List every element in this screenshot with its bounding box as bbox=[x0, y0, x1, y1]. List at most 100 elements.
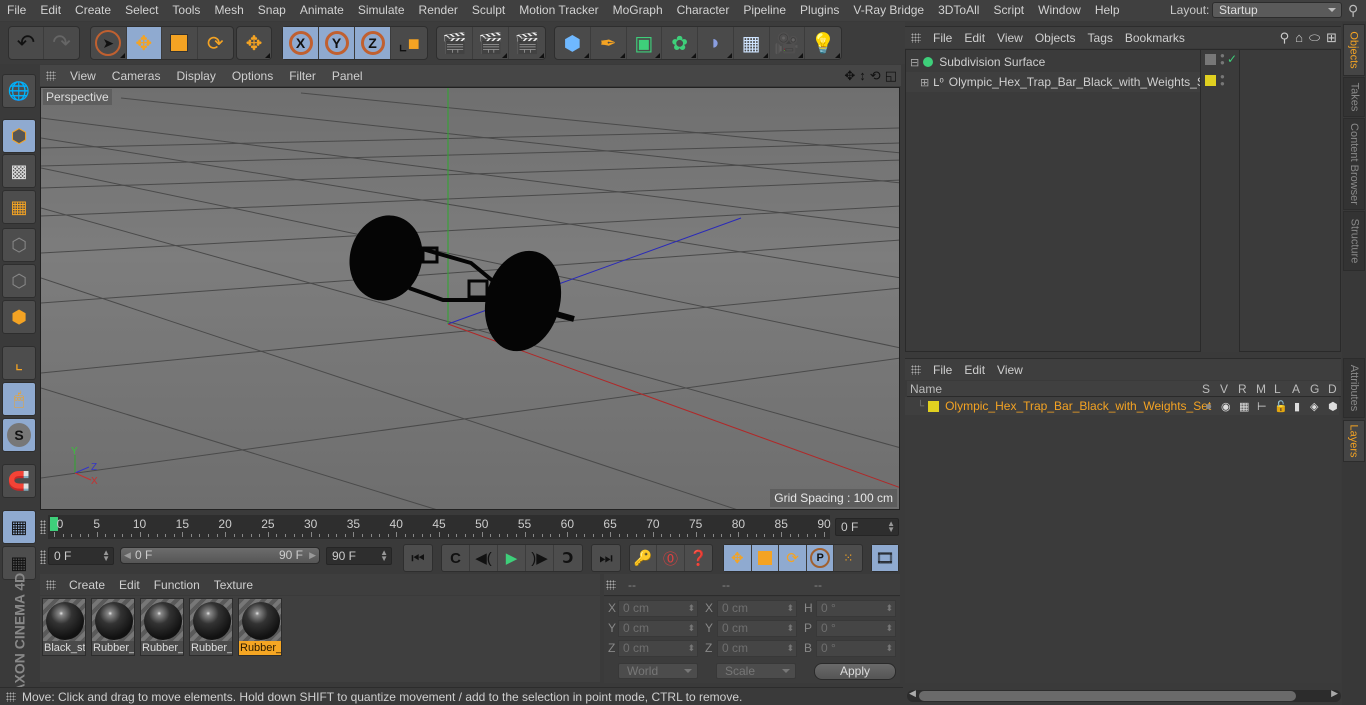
rotate-tool-button[interactable]: ⟳ bbox=[198, 27, 233, 59]
material-menu-create[interactable]: Create bbox=[62, 578, 112, 592]
enabled-check-icon[interactable]: ✓ bbox=[1227, 52, 1237, 66]
goto-start-button[interactable]: ⏮ bbox=[404, 545, 432, 571]
object-menu-objects[interactable]: Objects bbox=[1029, 31, 1082, 45]
menu-sculpt[interactable]: Sculpt bbox=[465, 0, 512, 21]
grip-icon[interactable] bbox=[911, 364, 921, 375]
material-swatch[interactable]: Rubber_ bbox=[189, 598, 233, 656]
grip-icon[interactable] bbox=[911, 32, 921, 43]
rot-p-field[interactable]: 0 ° bbox=[816, 620, 896, 637]
pos-z-field[interactable]: 0 cm bbox=[618, 640, 698, 657]
record-key-button[interactable]: 🔑 bbox=[630, 545, 658, 571]
points-mode-button[interactable]: ⬡ bbox=[2, 228, 36, 262]
menu-window[interactable]: Window bbox=[1031, 0, 1088, 21]
grip-icon[interactable] bbox=[46, 579, 56, 590]
floor-button[interactable]: ▦ bbox=[734, 27, 770, 59]
object-row-subdivision[interactable]: ⊟ Subdivision Surface bbox=[906, 52, 1200, 72]
perspective-viewport[interactable]: Y Z X Perspective Grid Spacing : 100 cm bbox=[40, 87, 900, 510]
pen-spline-button[interactable]: ✒ bbox=[591, 27, 627, 59]
menu-3dtoall[interactable]: 3DToAll bbox=[931, 0, 986, 21]
col-deformers[interactable]: D bbox=[1328, 382, 1337, 396]
viewport-menu-cameras[interactable]: Cameras bbox=[104, 69, 169, 83]
tab-layers[interactable]: Layers bbox=[1343, 420, 1365, 462]
magnet-button[interactable]: 🧲 bbox=[2, 464, 36, 498]
spinner-icon[interactable]: ▲ ▼ bbox=[887, 520, 895, 534]
layer-menu-file[interactable]: File bbox=[927, 363, 958, 377]
layer-menu-edit[interactable]: Edit bbox=[958, 363, 991, 377]
play-button[interactable]: ▶ bbox=[498, 545, 526, 571]
search-icon[interactable]: ⚲ bbox=[1280, 30, 1290, 46]
menu-simulate[interactable]: Simulate bbox=[351, 0, 412, 21]
col-name[interactable]: Name bbox=[910, 382, 942, 396]
key-pla-button[interactable]: ⁙ bbox=[834, 545, 862, 571]
cloner-button[interactable]: ✿ bbox=[662, 27, 698, 59]
menu-animate[interactable]: Animate bbox=[293, 0, 351, 21]
menu-plugins[interactable]: Plugins bbox=[793, 0, 846, 21]
move-tool-button[interactable]: ✥ bbox=[126, 27, 162, 59]
make-editable-button[interactable]: 🌐 bbox=[2, 74, 36, 108]
spinner-icon[interactable]: ▲ ▼ bbox=[102, 549, 110, 563]
material-swatch[interactable]: Rubber_ bbox=[140, 598, 184, 656]
size-y-field[interactable]: 0 cm bbox=[717, 620, 797, 637]
visibility-dots-icon[interactable]: ● ● bbox=[1220, 52, 1225, 67]
layer-menu-view[interactable]: View bbox=[991, 363, 1029, 377]
polygons-mode-button[interactable]: ⬢ bbox=[2, 300, 36, 334]
col-animation[interactable]: A bbox=[1292, 382, 1300, 396]
scale-tool-button[interactable] bbox=[162, 27, 198, 59]
scrollbar-thumb[interactable] bbox=[919, 691, 1296, 701]
menu-script[interactable]: Script bbox=[986, 0, 1031, 21]
object-menu-edit[interactable]: Edit bbox=[958, 31, 991, 45]
material-swatch[interactable]: Rubber_ bbox=[91, 598, 135, 656]
size-mode-dropdown[interactable]: Scale bbox=[716, 663, 796, 679]
pos-y-field[interactable]: 0 cm bbox=[618, 620, 698, 637]
grip-icon[interactable] bbox=[606, 580, 616, 590]
menu-pipeline[interactable]: Pipeline bbox=[736, 0, 793, 21]
col-generators[interactable]: G bbox=[1310, 382, 1319, 396]
subdivision-button[interactable]: ▣ bbox=[627, 27, 663, 59]
goto-end-button[interactable]: ⏭ bbox=[592, 545, 620, 571]
next-frame-button[interactable]: )▶ bbox=[526, 545, 554, 571]
apply-button[interactable]: Apply bbox=[814, 663, 896, 680]
x-axis-lock-button[interactable]: X bbox=[283, 27, 319, 59]
dolly-icon[interactable]: ↕ bbox=[859, 68, 866, 84]
frame-range-slider[interactable]: ◀ 0 F 90 F ▶ bbox=[120, 547, 320, 564]
autokey-button[interactable]: ⓪ bbox=[657, 545, 685, 571]
key-rotation-button[interactable]: ⟳ bbox=[779, 545, 807, 571]
redo-button[interactable]: ↷ bbox=[44, 27, 79, 59]
render-settings-button[interactable]: 🎬 bbox=[509, 27, 545, 59]
locked-workplane-button[interactable]: ▦ bbox=[2, 510, 36, 544]
layer-horizontal-scrollbar[interactable]: ◀ ▶ bbox=[907, 688, 1341, 702]
key-parameter-button[interactable]: P bbox=[806, 545, 835, 571]
range-right-arrow-icon[interactable]: ▶ bbox=[309, 548, 316, 563]
col-solo[interactable]: S bbox=[1202, 382, 1210, 396]
scroll-left-arrow-icon[interactable]: ◀ bbox=[909, 688, 916, 699]
viewport-menu-options[interactable]: Options bbox=[224, 69, 281, 83]
tab-attributes[interactable]: Attributes bbox=[1343, 358, 1365, 418]
material-menu-texture[interactable]: Texture bbox=[207, 578, 260, 592]
start-frame-field[interactable]: 0 F ▲ ▼ bbox=[48, 547, 114, 565]
material-swatch-selected[interactable]: Rubber_ bbox=[238, 598, 282, 656]
timeline-window-button[interactable]: 🎞 bbox=[872, 545, 898, 571]
col-locked[interactable]: L bbox=[1274, 382, 1281, 396]
tweak-mode-button[interactable]: 🖱 bbox=[2, 382, 36, 416]
menu-file[interactable]: File bbox=[0, 0, 33, 21]
home-icon[interactable]: ⌂ bbox=[1295, 30, 1303, 46]
material-menu-function[interactable]: Function bbox=[147, 578, 207, 592]
object-menu-bookmarks[interactable]: Bookmarks bbox=[1119, 31, 1191, 45]
menu-character[interactable]: Character bbox=[670, 0, 737, 21]
search-icon[interactable]: ⚲ bbox=[1348, 2, 1358, 19]
layer-color-icon[interactable] bbox=[928, 400, 940, 412]
tab-takes[interactable]: Takes bbox=[1343, 77, 1365, 117]
grip-icon[interactable] bbox=[40, 550, 46, 564]
keyframe-selection-button[interactable]: ❓ bbox=[685, 545, 712, 571]
light-button[interactable]: 💡 bbox=[805, 27, 841, 59]
viewport-menu-filter[interactable]: Filter bbox=[281, 69, 324, 83]
grip-icon[interactable] bbox=[6, 691, 16, 702]
cube-button[interactable]: ⬢ bbox=[555, 27, 591, 59]
z-axis-lock-button[interactable]: Z bbox=[355, 27, 391, 59]
object-menu-tags[interactable]: Tags bbox=[1082, 31, 1119, 45]
menu-select[interactable]: Select bbox=[118, 0, 165, 21]
camera-button[interactable]: 🎥 bbox=[770, 27, 806, 59]
next-key-button[interactable]: Ↄ bbox=[554, 545, 582, 571]
spinner-icon[interactable]: ▲ ▼ bbox=[380, 549, 388, 563]
manager-hierarchy-icon[interactable]: ⊢ bbox=[1257, 400, 1267, 413]
